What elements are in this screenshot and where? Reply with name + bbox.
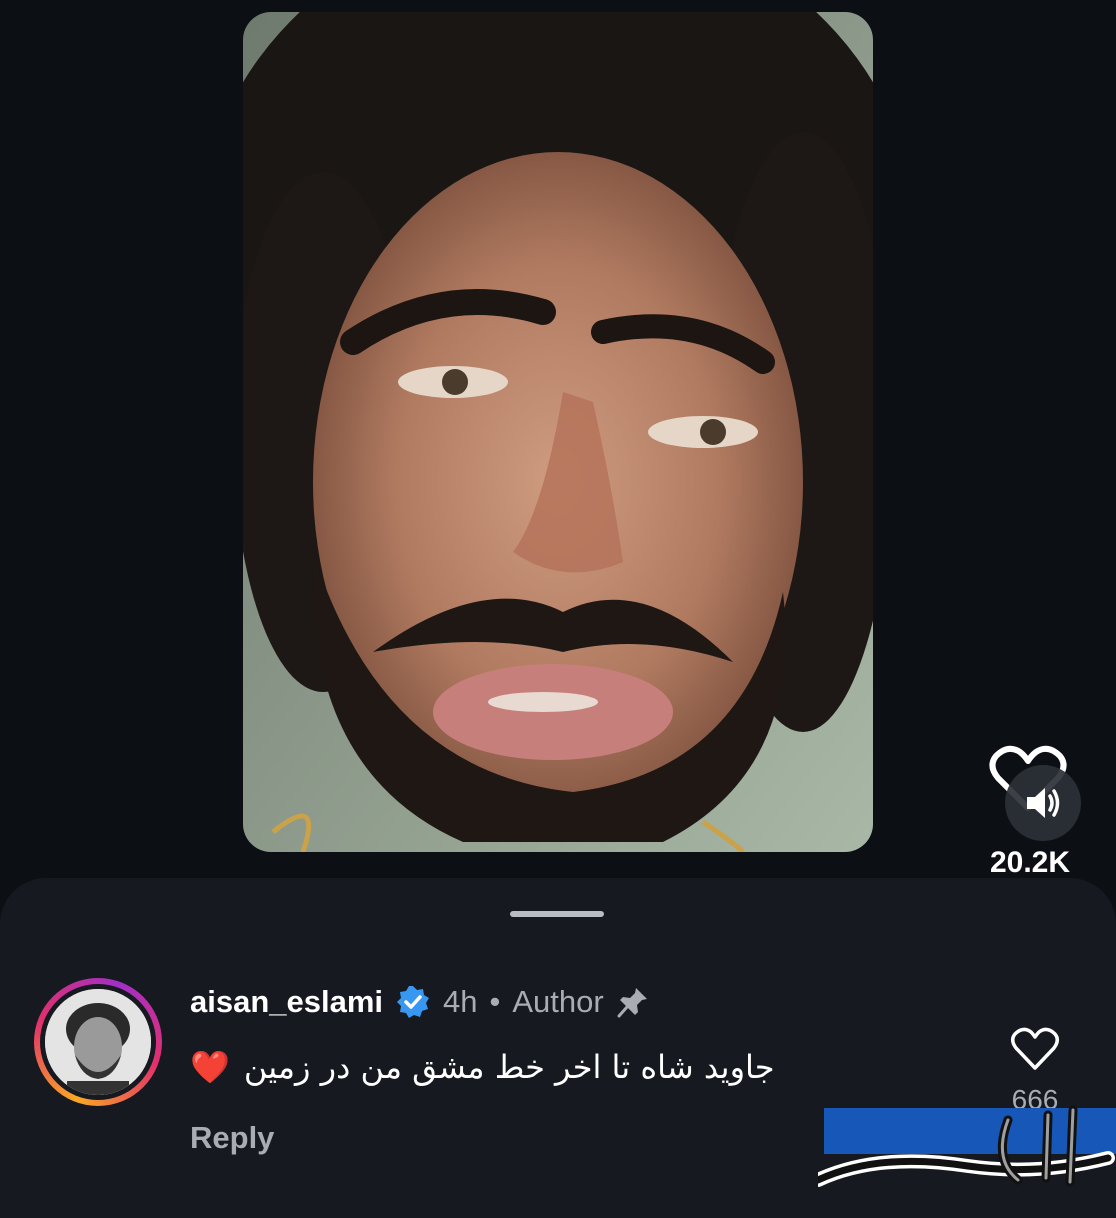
pin-icon <box>617 988 647 1018</box>
comment-time: 4h <box>443 984 478 1019</box>
video-player[interactable] <box>243 12 873 852</box>
drag-handle[interactable] <box>510 911 604 917</box>
speaker-volume-icon <box>1027 788 1060 818</box>
comment-text: جاوید شاه تا اخر خط مشق من در زمین <box>243 1048 775 1086</box>
tabnak-logo-watermark <box>818 1105 1116 1187</box>
comment-username[interactable]: aisan_eslami <box>190 984 383 1020</box>
avatar-story-ring[interactable] <box>34 978 162 1106</box>
verified-badge-icon <box>397 986 430 1018</box>
avatar <box>45 989 151 1095</box>
video-frame <box>243 12 873 852</box>
heart-emoji: ❤️ <box>190 1049 230 1085</box>
meta-separator: • <box>489 984 501 1019</box>
comment-header: aisan_eslami 4h • Author <box>190 978 650 1026</box>
avatar-photo <box>45 989 151 1095</box>
reply-button[interactable]: Reply <box>190 1120 274 1156</box>
mute-button[interactable] <box>1005 765 1081 841</box>
comment-body: ❤️ جاوید شاه تا اخر خط مشق من در زمین <box>190 1048 775 1086</box>
author-label: Author <box>512 984 604 1019</box>
video-like-count: 20.2K <box>989 846 1071 879</box>
comment-heart-icon[interactable] <box>1010 1026 1060 1072</box>
